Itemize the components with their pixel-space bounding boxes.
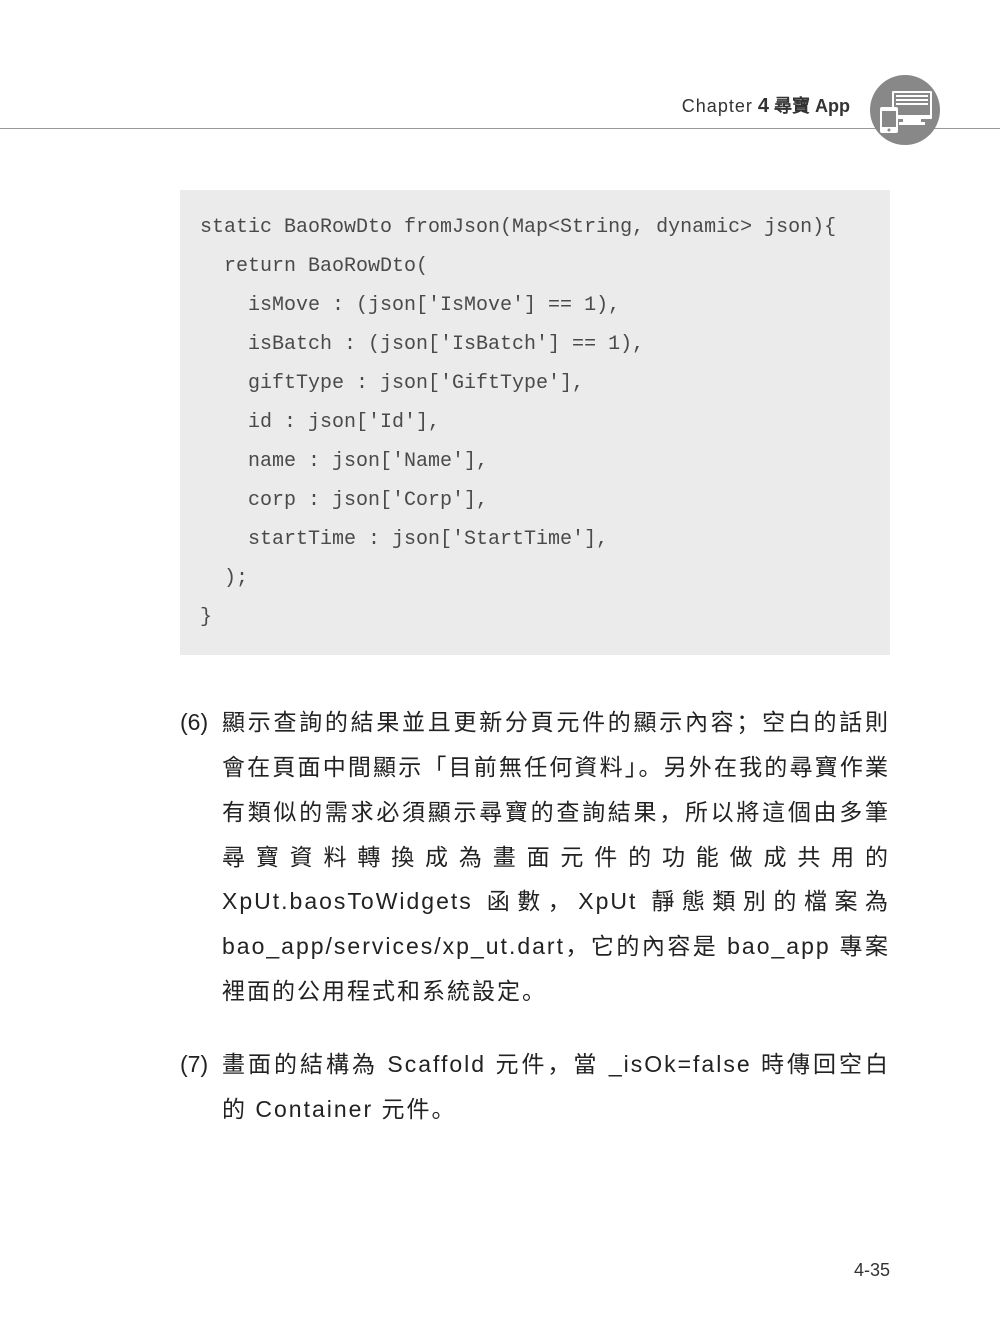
page-header: Chapter 4 尋寶 App bbox=[682, 92, 850, 118]
chapter-number: 4 bbox=[758, 95, 769, 117]
paragraph-text: 畫面的結構為 Scaffold 元件，當 _isOk=false 時傳回空白的 … bbox=[222, 1042, 890, 1132]
devices-icon bbox=[870, 75, 940, 145]
paragraph-number: (7) bbox=[180, 1042, 222, 1132]
header-divider bbox=[0, 128, 1000, 129]
code-block: static BaoRowDto fromJson(Map<String, dy… bbox=[180, 190, 890, 655]
main-content: static BaoRowDto fromJson(Map<String, dy… bbox=[180, 190, 890, 1160]
paragraph-6: (6) 顯示查詢的結果並且更新分頁元件的顯示內容；空白的話則會在頁面中間顯示「目… bbox=[180, 700, 890, 1014]
paragraph-text: 顯示查詢的結果並且更新分頁元件的顯示內容；空白的話則會在頁面中間顯示「目前無任何… bbox=[222, 700, 890, 1014]
paragraph-7: (7) 畫面的結構為 Scaffold 元件，當 _isOk=false 時傳回… bbox=[180, 1042, 890, 1132]
chapter-label: Chapter bbox=[682, 96, 753, 116]
chapter-title: 尋寶 App bbox=[774, 96, 850, 116]
paragraph-number: (6) bbox=[180, 700, 222, 1014]
page-number: 4-35 bbox=[854, 1260, 890, 1281]
